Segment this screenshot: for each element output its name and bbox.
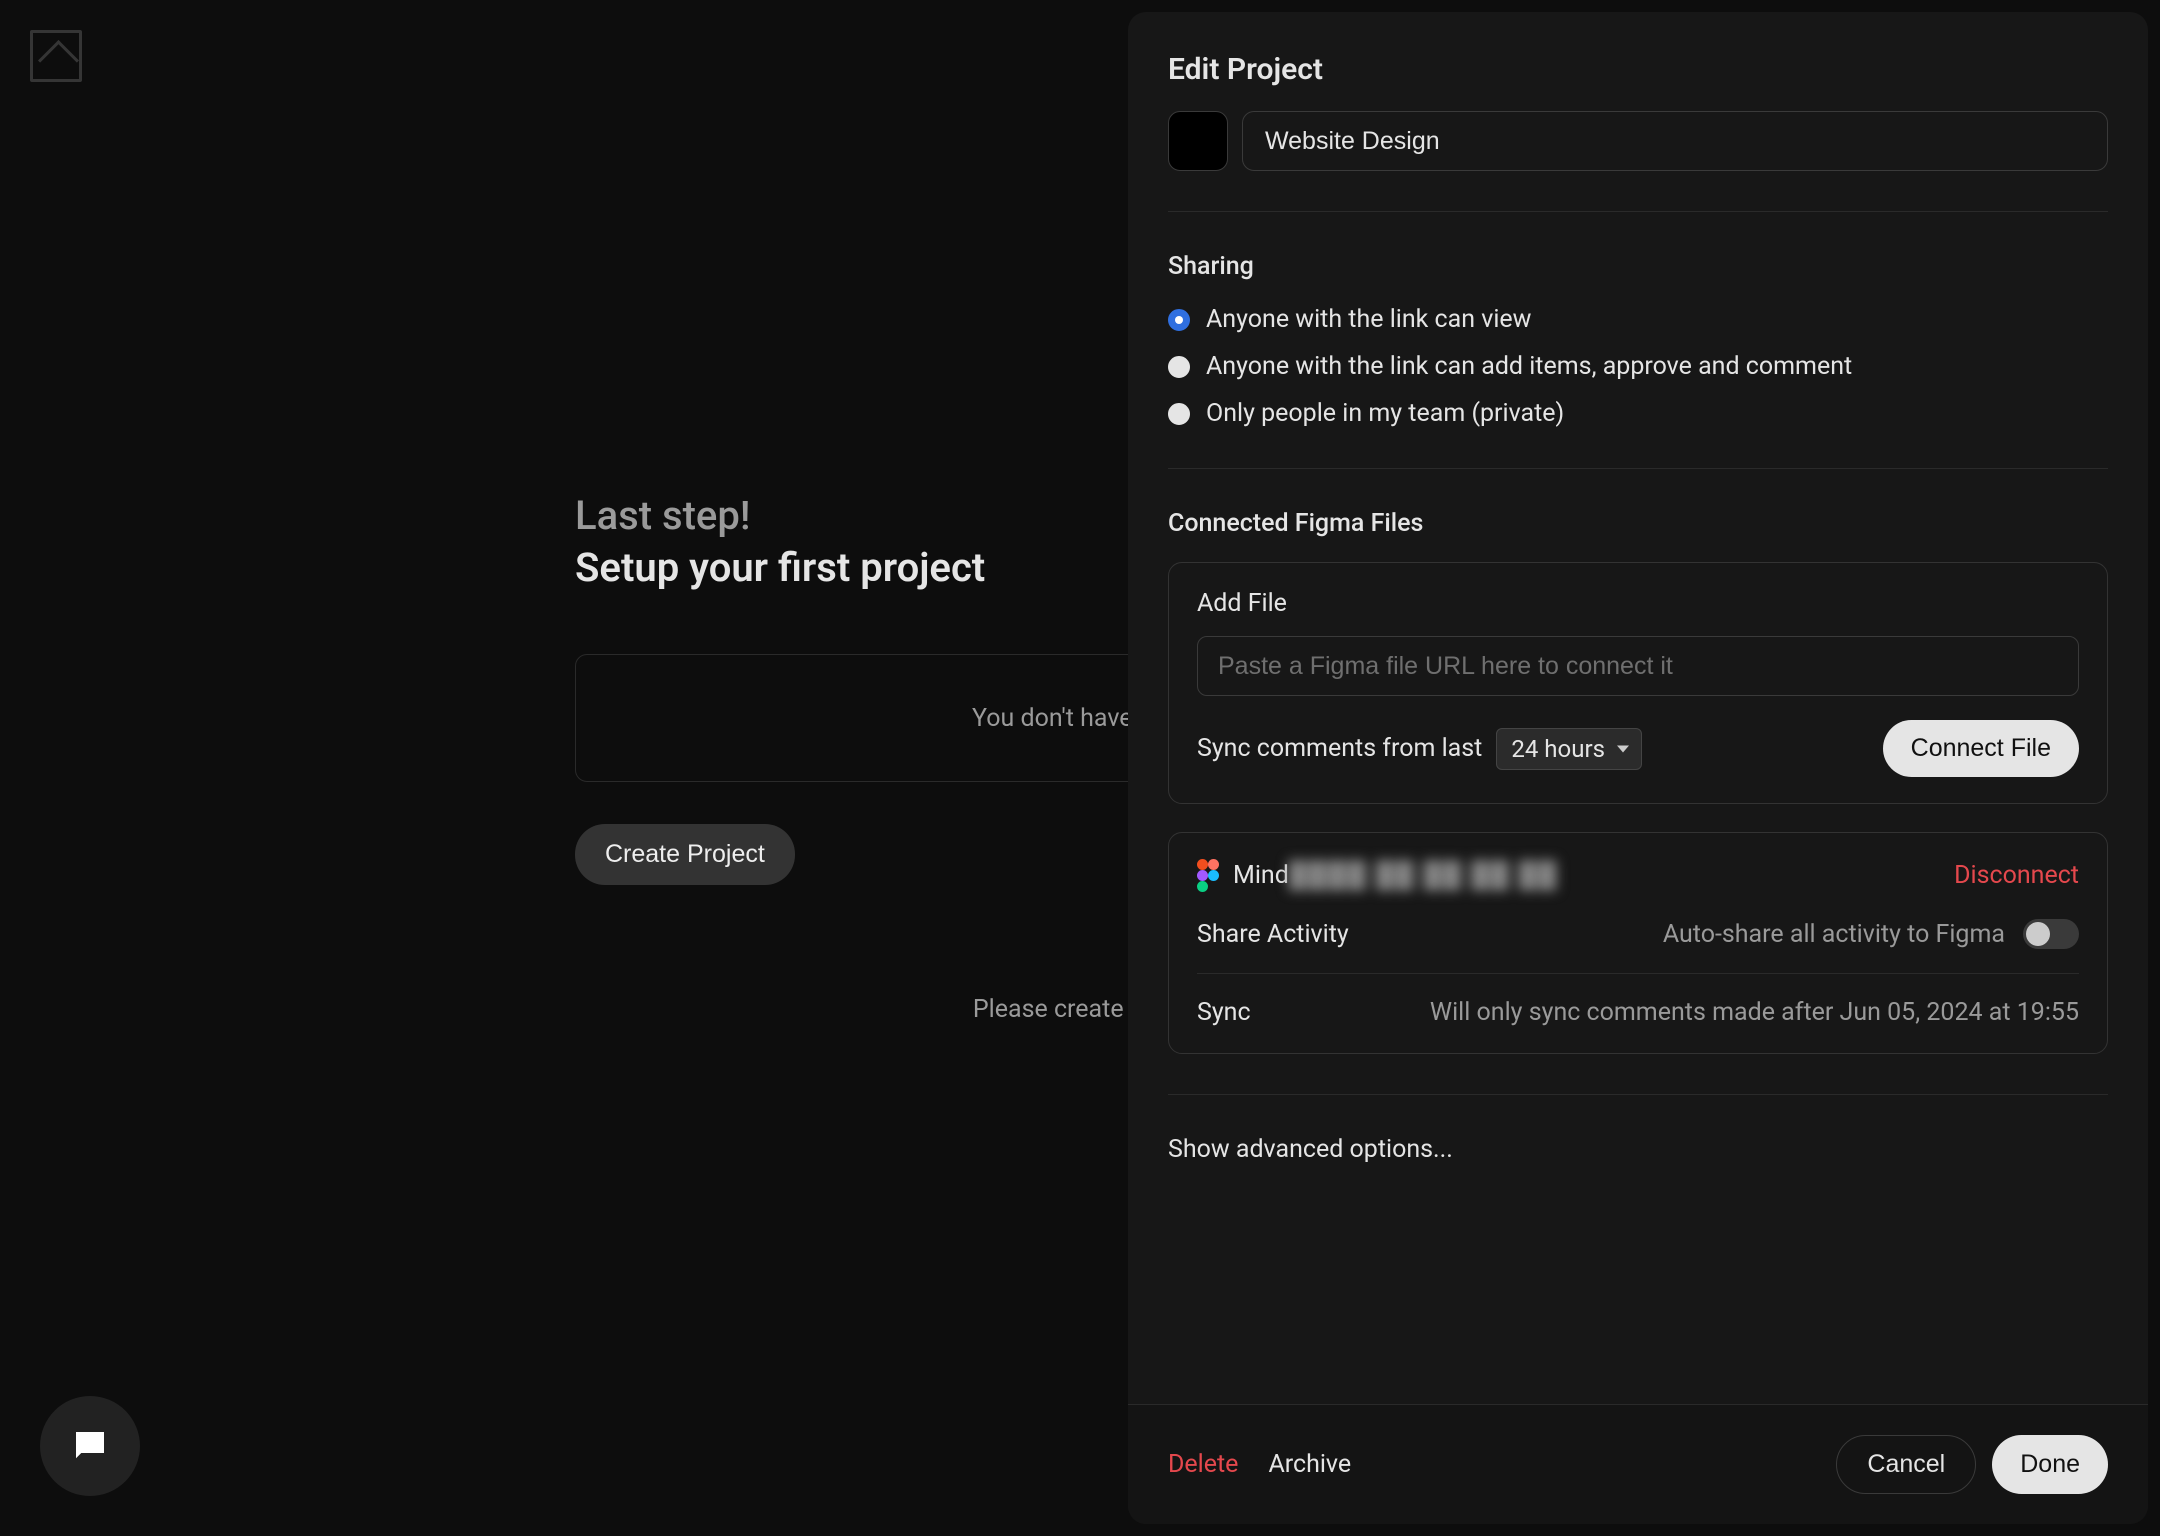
connected-file-name-prefix: Mind	[1233, 861, 1289, 890]
project-name-row	[1168, 111, 2108, 171]
sharing-option-private[interactable]: Only people in my team (private)	[1168, 399, 2108, 428]
sync-desc: Will only sync comments made after Jun 0…	[1430, 998, 2079, 1027]
connected-file-name-obfuscated: ████ ██ ██ ██ ██	[1289, 861, 1558, 890]
add-figma-file-card: Add File Sync comments from last 24 hour…	[1168, 562, 2108, 804]
share-activity-toggle[interactable]	[2023, 919, 2079, 949]
figma-heading: Connected Figma Files	[1168, 509, 2108, 538]
panel-title: Edit Project	[1168, 52, 2108, 87]
connect-file-button[interactable]: Connect File	[1883, 720, 2079, 777]
cancel-button[interactable]: Cancel	[1836, 1435, 1976, 1494]
radio-icon	[1168, 309, 1190, 331]
add-file-controls: Sync comments from last 24 hours Connect…	[1197, 720, 2079, 777]
sharing-option-label: Only people in my team (private)	[1206, 399, 1564, 428]
connected-figma-file-card: Mind████ ██ ██ ██ ██ Disconnect Share Ac…	[1168, 832, 2108, 1054]
sync-window-control: Sync comments from last 24 hours	[1197, 728, 1642, 770]
app-logo-icon	[30, 30, 82, 82]
connected-file-name: Mind████ ██ ██ ██ ██	[1233, 861, 1558, 890]
archive-project-link[interactable]: Archive	[1268, 1450, 1351, 1479]
sharing-options: Anyone with the link can view Anyone wit…	[1168, 305, 2108, 428]
panel-body: Edit Project Sharing Anyone with the lin…	[1128, 12, 2148, 1404]
footer-left-actions: Delete Archive	[1168, 1450, 1351, 1479]
sync-window-select[interactable]: 24 hours	[1496, 728, 1642, 770]
sync-window-value: 24 hours	[1511, 735, 1605, 763]
divider	[1168, 1094, 2108, 1095]
sharing-option-label: Anyone with the link can add items, appr…	[1206, 352, 1852, 381]
chat-icon	[69, 1425, 111, 1467]
disconnect-link[interactable]: Disconnect	[1954, 861, 2079, 890]
divider	[1168, 468, 2108, 469]
radio-icon	[1168, 356, 1190, 378]
panel-footer: Delete Archive Cancel Done	[1128, 1404, 2148, 1524]
connected-file-header: Mind████ ██ ██ ██ ██ Disconnect	[1197, 859, 2079, 891]
project-color-picker[interactable]	[1168, 111, 1228, 171]
footer-right-actions: Cancel Done	[1836, 1435, 2108, 1494]
share-activity-desc: Auto-share all activity to Figma	[1663, 920, 2005, 949]
show-advanced-options-link[interactable]: Show advanced options...	[1168, 1135, 2108, 1164]
connected-file-name-wrap: Mind████ ██ ██ ██ ██	[1197, 859, 1558, 891]
support-chat-button[interactable]	[40, 1396, 140, 1496]
sync-window-prefix: Sync comments from last	[1197, 734, 1482, 763]
radio-icon	[1168, 403, 1190, 425]
divider	[1168, 211, 2108, 212]
figma-logo-icon	[1197, 859, 1219, 891]
create-project-button[interactable]: Create Project	[575, 824, 795, 885]
sharing-option-label: Anyone with the link can view	[1206, 305, 1531, 334]
sharing-option-comment[interactable]: Anyone with the link can add items, appr…	[1168, 352, 2108, 381]
sync-label: Sync	[1197, 998, 1251, 1027]
done-button[interactable]: Done	[1992, 1435, 2108, 1494]
add-file-label: Add File	[1197, 589, 2079, 618]
delete-project-link[interactable]: Delete	[1168, 1450, 1238, 1479]
sharing-option-view[interactable]: Anyone with the link can view	[1168, 305, 2108, 334]
sharing-heading: Sharing	[1168, 252, 2108, 281]
connected-file-sync-row: Sync Will only sync comments made after …	[1197, 973, 2079, 1027]
project-name-input[interactable]	[1242, 111, 2108, 171]
share-activity-row: Share Activity Auto-share all activity t…	[1197, 919, 2079, 949]
share-activity-label: Share Activity	[1197, 920, 1349, 949]
figma-url-input[interactable]	[1197, 636, 2079, 696]
onboarding-heading-strong: Setup your first project	[575, 544, 985, 591]
onboarding-heading-muted: Last step!	[575, 492, 750, 539]
project-color-swatch	[1175, 118, 1221, 164]
edit-project-panel: Edit Project Sharing Anyone with the lin…	[1128, 12, 2148, 1524]
